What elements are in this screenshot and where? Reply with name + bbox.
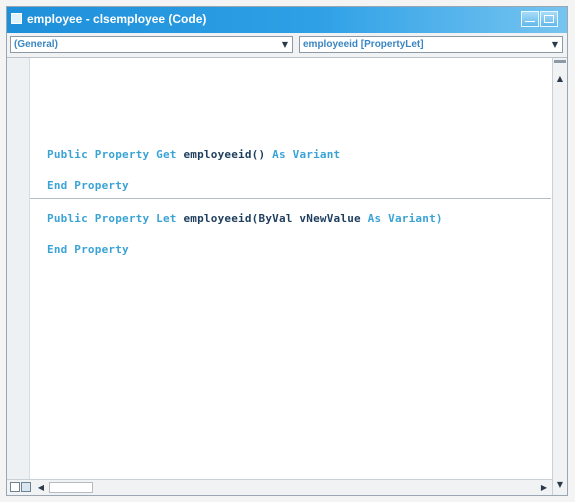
- procedure-combobox-value: employeeid [PropertyLet]: [303, 39, 424, 50]
- split-handle[interactable]: [554, 60, 566, 63]
- code-window-icon: [11, 13, 22, 24]
- editor-margin[interactable]: [7, 58, 30, 479]
- procedure-selector-bar: (General) ▼ employeeid [PropertyLet] ▼: [7, 33, 567, 58]
- minimize-icon: [525, 21, 535, 23]
- code-keyword: End Property: [47, 243, 129, 256]
- title-bar[interactable]: employee - clsemployee (Code): [7, 7, 567, 33]
- chevron-down-icon[interactable]: ▼: [548, 37, 562, 52]
- code-keyword: As Variant): [367, 212, 443, 225]
- code-line[interactable]: End Property: [47, 243, 129, 256]
- code-keyword: End Property: [47, 179, 129, 192]
- object-combobox[interactable]: (General) ▼: [10, 36, 293, 53]
- full-module-view-icon[interactable]: [21, 482, 31, 492]
- code-line[interactable]: End Property: [47, 179, 129, 192]
- code-window: employee - clsemployee (Code) (General) …: [6, 6, 568, 496]
- procedure-separator: [30, 198, 551, 199]
- scroll-thumb[interactable]: [49, 482, 93, 493]
- scroll-up-icon[interactable]: ▲: [554, 72, 566, 85]
- code-line[interactable]: Public Property Get employeeid() As Vari…: [47, 148, 340, 161]
- scroll-right-icon[interactable]: ▶: [538, 481, 550, 494]
- scroll-left-icon[interactable]: ◀: [35, 481, 47, 494]
- code-identifier: employeeid(): [183, 148, 273, 161]
- code-keyword: As Variant: [272, 148, 341, 161]
- maximize-button[interactable]: [540, 11, 558, 27]
- procedure-combobox[interactable]: employeeid [PropertyLet] ▼: [299, 36, 563, 53]
- scroll-down-icon[interactable]: ▼: [554, 478, 566, 491]
- minimize-button[interactable]: [521, 11, 539, 27]
- object-combobox-value: (General): [14, 39, 58, 50]
- code-identifier: employeeid(ByVal vNewValue: [183, 212, 368, 225]
- code-keyword: Public Property Let: [47, 212, 184, 225]
- procedure-view-icon[interactable]: [10, 482, 20, 492]
- window-title: employee - clsemployee (Code): [27, 12, 207, 26]
- code-keyword: Public Property Get: [47, 148, 184, 161]
- horizontal-scrollbar[interactable]: ◀ ▶: [7, 479, 552, 495]
- code-editor[interactable]: Public Property Get employeeid() As Vari…: [7, 58, 552, 479]
- vertical-scrollbar[interactable]: ▲ ▼: [552, 58, 567, 495]
- chevron-down-icon[interactable]: ▼: [278, 37, 292, 52]
- code-line[interactable]: Public Property Let employeeid(ByVal vNe…: [47, 212, 443, 225]
- maximize-icon: [544, 15, 554, 23]
